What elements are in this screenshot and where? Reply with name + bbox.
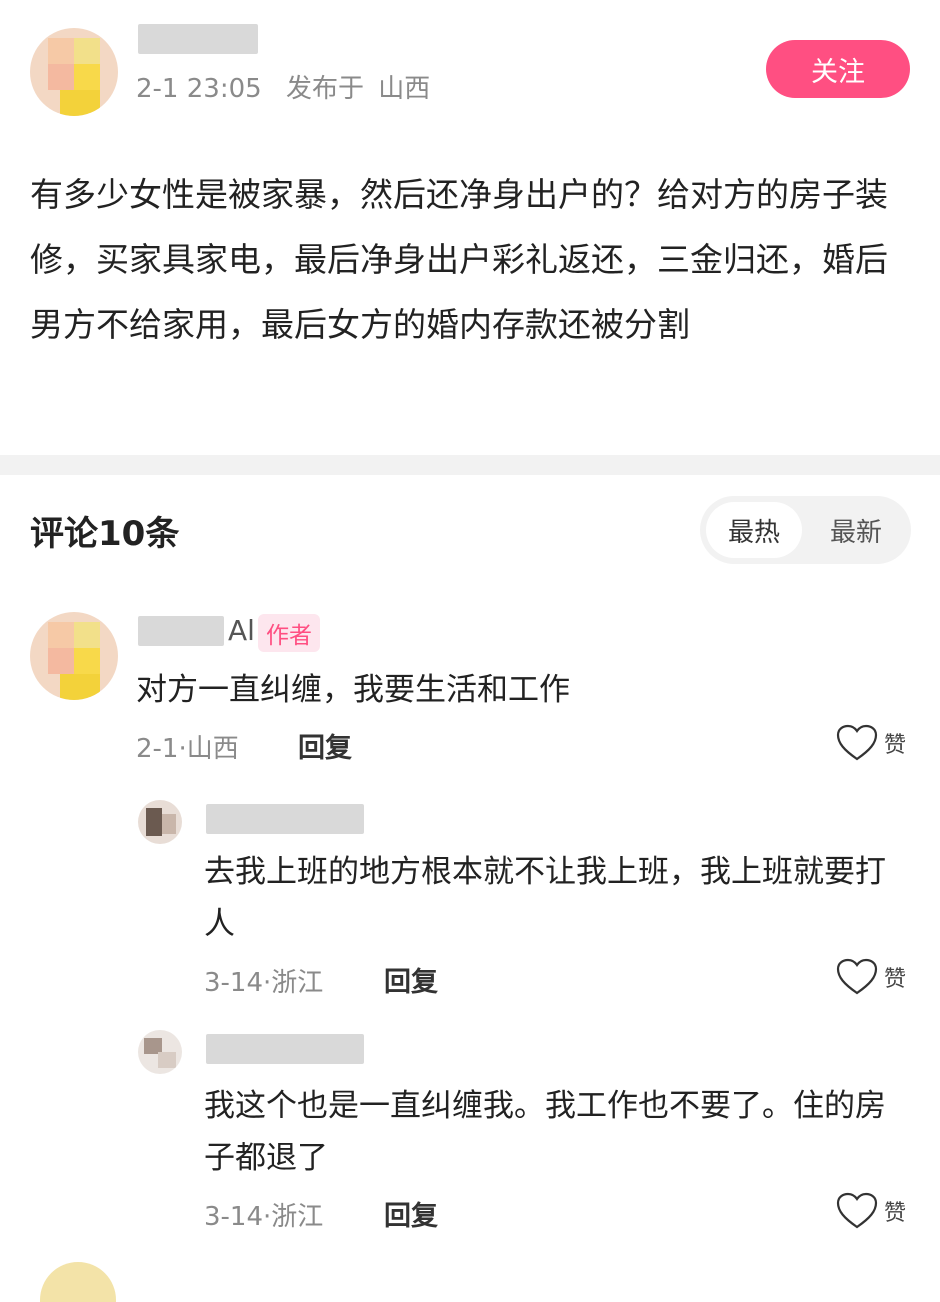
comment-meta: 3-14·浙江 [204,1202,324,1232]
sort-hot-tab[interactable]: 最热 [706,502,802,558]
comments-count-title: 评论10条 [30,514,180,554]
avatar-pixel [48,648,74,674]
like-button[interactable]: 赞 [836,1192,906,1230]
heart-outline-icon [836,1192,878,1229]
post-time: 2-1 23:05 [136,74,262,104]
avatar-pixel [146,808,162,836]
author-badge: 作者 [258,614,320,652]
avatar-pixel [60,674,100,700]
comment-sort-toggle: 最热 最新 [700,496,911,564]
post-author-avatar[interactable] [30,28,118,116]
comment-text: 我这个也是一直纠缠我。我工作也不要了。住的房子都退了 [204,1088,886,1176]
comment-meta: 3-14·浙江 [204,968,324,998]
avatar-pixel [74,622,100,648]
avatar-pixel [48,622,74,648]
post-body-text: 有多少女性是被家暴，然后还净身出户的？给对方的房子装修，买家具家电，最后净身出户… [30,175,888,344]
comment-author-name-suffix: Al [228,614,255,647]
avatar-pixel [48,64,74,90]
post-location-prefix: 发布于 [285,74,364,104]
post-author-name-blurred[interactable] [138,24,258,54]
avatar-pixel [60,90,100,116]
comment-author-name-blurred[interactable] [138,616,224,646]
comment-meta: 2-1·山西 [136,734,239,764]
reply-avatar[interactable] [138,800,182,844]
sort-new-tab[interactable]: 最新 [808,502,904,558]
heart-outline-icon [836,724,878,761]
avatar-pixel [74,648,100,674]
heart-outline-icon [836,958,878,995]
section-divider [0,455,940,475]
avatar-pixel [74,38,100,64]
like-label: 赞 [884,1201,907,1226]
reply-author-name-blurred[interactable] [206,1034,364,1064]
post-meta: 2-1 23:05 发布于 山西 [136,68,430,105]
comment-text: 对方一直纠缠，我要生活和工作 [136,672,570,708]
follow-button[interactable]: 关注 [766,40,910,98]
like-label: 赞 [884,967,907,992]
like-button[interactable]: 赞 [836,958,906,996]
comment-avatar[interactable] [30,612,118,700]
avatar-pixel [74,64,100,90]
reply-author-name-blurred[interactable] [206,804,364,834]
like-button[interactable]: 赞 [836,724,906,762]
reply-button[interactable]: 回复 [384,960,438,999]
reply-avatar[interactable] [138,1030,182,1074]
post-location: 山西 [378,74,431,104]
reply-button[interactable]: 回复 [384,1194,438,1233]
reply-button[interactable]: 回复 [298,726,352,765]
avatar-pixel [158,1052,176,1068]
like-label: 赞 [884,733,907,758]
avatar-pixel [48,38,74,64]
comment-text: 去我上班的地方根本就不让我上班，我上班就要打人 [204,854,886,942]
avatar-pixel [162,814,176,834]
next-comment-avatar[interactable] [40,1262,116,1302]
